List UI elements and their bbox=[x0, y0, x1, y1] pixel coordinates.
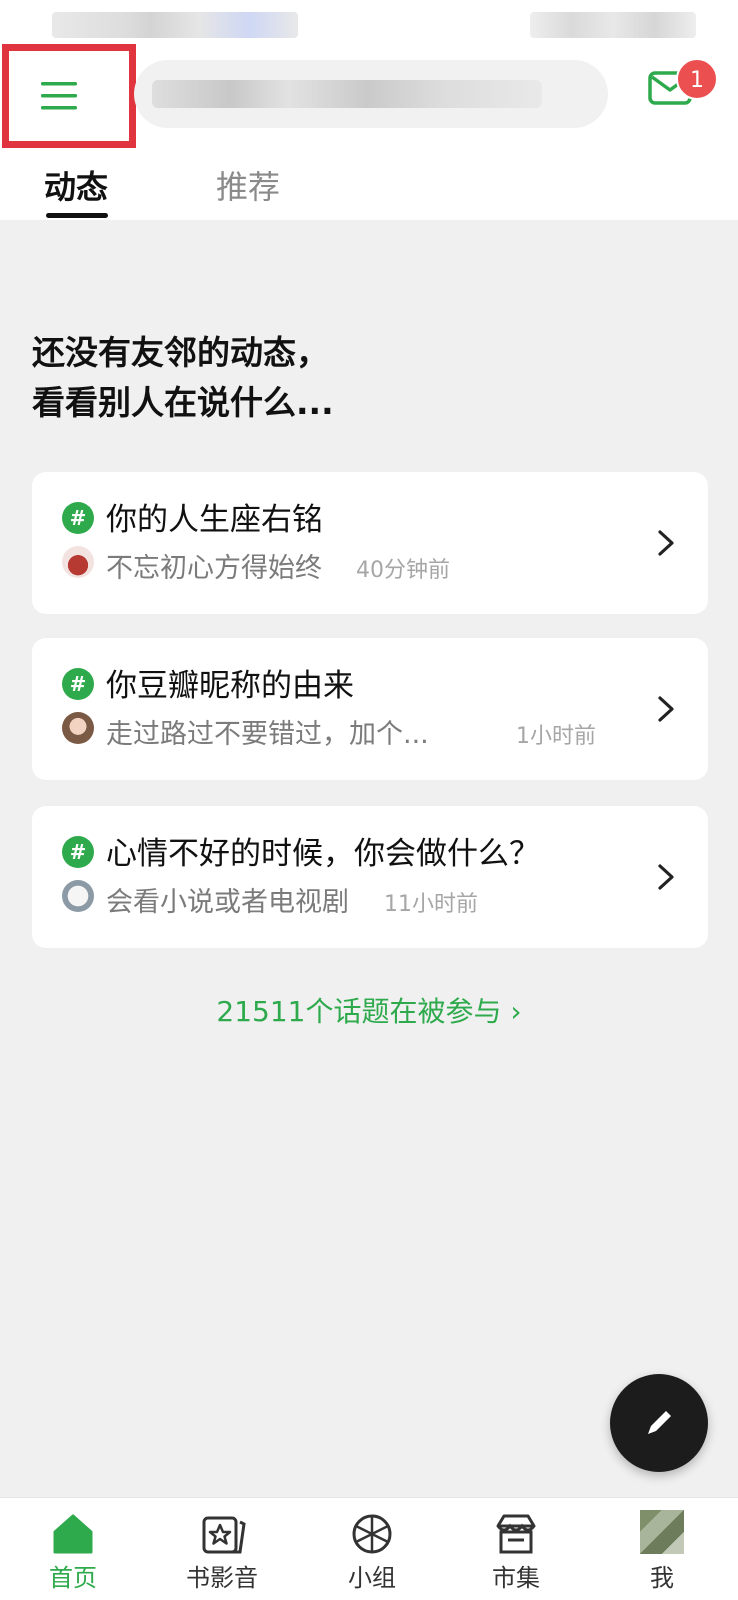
nav-label-books-movies-music: 书影音 bbox=[186, 1564, 258, 1592]
pencil-icon bbox=[648, 1411, 671, 1434]
topic-title: 你豆瓣昵称的由来 bbox=[106, 668, 354, 704]
topic-timestamp: 40分钟前 bbox=[356, 558, 450, 583]
avatar bbox=[62, 880, 94, 912]
topic-latest-reply: 走过路过不要错过，加个... bbox=[106, 719, 429, 750]
menu-button[interactable] bbox=[2, 44, 136, 148]
chevron-right-icon bbox=[658, 696, 674, 722]
search-blurred-text bbox=[152, 80, 542, 108]
topic-card[interactable]: # 你豆瓣昵称的由来 走过路过不要错过，加个... 1小时前 bbox=[32, 638, 708, 780]
chevron-right-icon bbox=[658, 864, 674, 890]
topic-latest-reply: 不忘初心方得始终 bbox=[106, 553, 322, 584]
nav-label-groups: 小组 bbox=[348, 1564, 396, 1592]
nav-item-me[interactable]: 我 bbox=[602, 1498, 722, 1600]
group-ball-icon bbox=[352, 1514, 392, 1554]
status-bar-blurred-right bbox=[530, 12, 696, 38]
store-icon bbox=[496, 1514, 536, 1554]
avatar bbox=[62, 712, 94, 744]
avatar bbox=[62, 546, 94, 578]
topic-card[interactable]: # 你的人生座右铭 不忘初心方得始终 40分钟前 bbox=[32, 472, 708, 614]
search-bar[interactable] bbox=[134, 60, 608, 128]
home-icon bbox=[53, 1514, 93, 1554]
nav-item-groups[interactable]: 小组 bbox=[312, 1498, 432, 1600]
chevron-right-icon bbox=[658, 530, 674, 556]
hamburger-icon bbox=[41, 82, 77, 110]
topic-title: 心情不好的时候，你会做什么？ bbox=[106, 836, 540, 872]
tab-recommended[interactable]: 推荐 bbox=[216, 162, 280, 208]
topic-card[interactable]: # 心情不好的时候，你会做什么？ 会看小说或者电视剧 11小时前 bbox=[32, 806, 708, 948]
status-bar-blurred-left bbox=[52, 12, 298, 38]
tab-feed[interactable]: 动态 bbox=[44, 162, 108, 208]
status-bar bbox=[0, 0, 738, 50]
topic-timestamp: 1小时前 bbox=[516, 724, 596, 749]
avatar bbox=[640, 1510, 684, 1554]
hashtag-icon: # bbox=[62, 502, 94, 534]
empty-title-line2: 看看别人在说什么... bbox=[32, 383, 334, 422]
hashtag-icon: # bbox=[62, 668, 94, 700]
more-topics-link[interactable]: 21511个话题在被参与 › bbox=[0, 990, 738, 1030]
empty-title-line1: 还没有友邻的动态， bbox=[32, 333, 329, 372]
nav-label-market: 市集 bbox=[492, 1564, 540, 1592]
bottom-nav: 首页 书影音 小组 市集 我 bbox=[0, 1497, 738, 1600]
tab-active-indicator bbox=[46, 213, 108, 218]
hashtag-icon: # bbox=[62, 836, 94, 868]
compose-button[interactable] bbox=[610, 1374, 708, 1472]
empty-feed-message: 还没有友邻的动态， 看看别人在说什么... bbox=[32, 328, 334, 428]
nav-item-books-movies-music[interactable]: 书影音 bbox=[162, 1498, 282, 1600]
nav-label-me: 我 bbox=[650, 1564, 674, 1592]
nav-item-home[interactable]: 首页 bbox=[13, 1498, 133, 1600]
topic-timestamp: 11小时前 bbox=[384, 892, 478, 917]
topic-latest-reply: 会看小说或者电视剧 bbox=[106, 887, 349, 918]
nav-label-home: 首页 bbox=[49, 1564, 97, 1592]
topic-title: 你的人生座右铭 bbox=[106, 502, 323, 538]
star-card-icon bbox=[202, 1516, 246, 1554]
nav-item-market[interactable]: 市集 bbox=[456, 1498, 576, 1600]
mail-badge: 1 bbox=[676, 58, 718, 100]
